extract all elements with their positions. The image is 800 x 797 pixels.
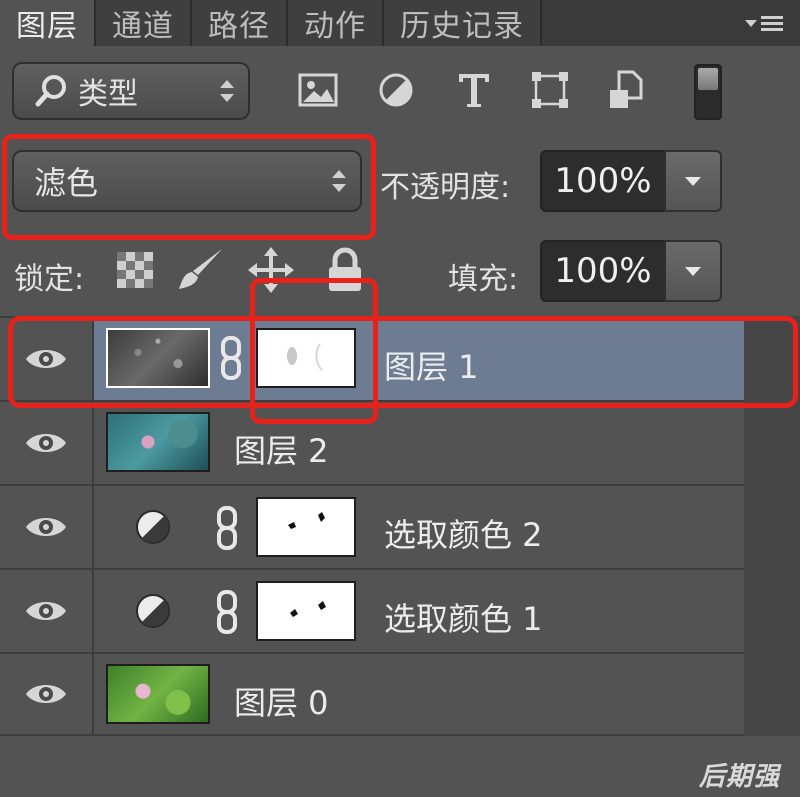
filter-kind-label: 类型 xyxy=(78,77,138,112)
layer-row[interactable]: 图层 1 xyxy=(0,316,744,400)
eye-icon xyxy=(26,685,66,703)
link-chain-icon[interactable] xyxy=(216,506,238,550)
tab-paths[interactable]: 路径 xyxy=(192,0,288,46)
select-arrows-icon xyxy=(332,170,346,192)
chevron-down-icon xyxy=(685,266,701,276)
visibility-toggle[interactable] xyxy=(0,318,94,400)
opacity-input[interactable]: 100% xyxy=(540,150,666,212)
filter-toggle-switch[interactable] xyxy=(694,64,722,120)
panel-menu-icon[interactable] xyxy=(742,8,786,38)
layer-row[interactable]: 图层 0 xyxy=(0,652,744,736)
visibility-toggle[interactable] xyxy=(0,654,94,734)
tab-layers[interactable]: 图层 xyxy=(0,0,96,46)
opacity-dropdown-button[interactable] xyxy=(664,150,722,212)
watermark-text: 后期强 xyxy=(698,762,780,792)
type-filter-icon[interactable] xyxy=(452,68,496,112)
layers-scrollbar[interactable] xyxy=(744,316,800,736)
chevron-down-icon xyxy=(685,176,701,186)
fill-input[interactable]: 100% xyxy=(540,240,666,302)
layer-name[interactable]: 图层 1 xyxy=(384,342,479,388)
layer-thumbnail[interactable] xyxy=(106,412,210,472)
blend-mode-select[interactable]: 滤色 xyxy=(12,150,362,212)
layer-row[interactable]: 图层 2 xyxy=(0,400,744,484)
visibility-toggle[interactable] xyxy=(0,570,94,652)
eye-icon xyxy=(26,602,66,620)
smart-object-filter-icon[interactable] xyxy=(604,68,648,112)
eye-icon xyxy=(26,434,66,452)
layer-name[interactable]: 图层 2 xyxy=(234,426,329,472)
lock-position-icon[interactable] xyxy=(246,246,296,294)
fill-label: 填充: xyxy=(448,262,519,297)
blend-mode-value: 滤色 xyxy=(34,164,99,202)
layer-row[interactable]: 选取颜色 1 xyxy=(0,568,744,652)
tab-channels[interactable]: 通道 xyxy=(96,0,192,46)
image-filter-icon[interactable] xyxy=(296,68,340,112)
lock-all-icon[interactable] xyxy=(320,246,370,294)
adjustment-layer-icon[interactable] xyxy=(134,508,172,546)
select-arrows-icon xyxy=(220,80,234,102)
fill-dropdown-button[interactable] xyxy=(664,240,722,302)
panel-tab-bar: 图层 通道 路径 动作 历史记录 xyxy=(0,0,800,46)
eye-icon xyxy=(26,518,66,536)
eye-icon xyxy=(26,350,66,368)
layer-filter-select[interactable]: 类型 xyxy=(12,62,250,120)
tab-history[interactable]: 历史记录 xyxy=(384,0,542,46)
layer-mask-thumbnail[interactable] xyxy=(256,328,356,388)
layer-name[interactable]: 选取颜色 1 xyxy=(384,594,543,640)
link-chain-icon[interactable] xyxy=(216,590,238,634)
layer-mask-thumbnail[interactable] xyxy=(256,497,356,557)
adjustment-layer-icon[interactable] xyxy=(134,592,172,630)
layer-thumbnail[interactable] xyxy=(106,328,210,388)
lock-transparent-icon[interactable] xyxy=(110,246,160,294)
tab-actions[interactable]: 动作 xyxy=(288,0,384,46)
lock-image-icon[interactable] xyxy=(176,246,226,294)
layer-row[interactable]: 选取颜色 2 xyxy=(0,484,744,568)
adjustment-filter-icon[interactable] xyxy=(374,68,418,112)
visibility-toggle[interactable] xyxy=(0,402,94,484)
opacity-label: 不透明度: xyxy=(380,170,511,205)
layer-mask-thumbnail[interactable] xyxy=(256,581,356,641)
layer-thumbnail[interactable] xyxy=(106,664,210,724)
layers-list: 图层 1 图层 2 选取颜色 2 选取颜色 1 图层 0 xyxy=(0,316,744,736)
link-chain-icon[interactable] xyxy=(220,336,242,380)
search-icon xyxy=(35,75,66,107)
layer-name[interactable]: 选取颜色 2 xyxy=(384,510,543,556)
visibility-toggle[interactable] xyxy=(0,486,94,568)
layer-name[interactable]: 图层 0 xyxy=(234,678,329,724)
lock-label: 锁定: xyxy=(14,262,85,297)
shape-filter-icon[interactable] xyxy=(528,68,572,112)
